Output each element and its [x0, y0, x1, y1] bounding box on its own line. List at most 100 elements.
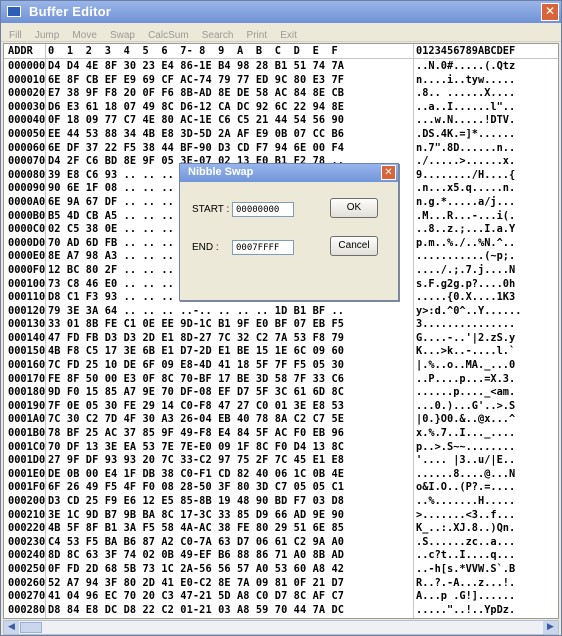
- row-ascii[interactable]: o&I.O..(P?.=....: [416, 481, 515, 493]
- row-ascii[interactable]: |0.}O0.&..@x...^: [416, 413, 515, 425]
- menu-exit[interactable]: Exit: [280, 30, 297, 41]
- row-ascii[interactable]: K_..:.XJ.8..)Qn.: [416, 522, 515, 534]
- row-ascii[interactable]: R..?.-A...z...!.: [416, 577, 515, 589]
- row-ascii[interactable]: 3...............: [416, 318, 515, 330]
- hex-row[interactable]: 000050 EE 44 53 88 34 4B E8 3D-5D 2A AF E…: [4, 128, 558, 142]
- row-hex-bytes[interactable]: D8 84 E8 DC D8 22 C2 01-21 03 A8 59 70 4…: [48, 604, 344, 616]
- row-hex-bytes[interactable]: 8D 8C 63 3F 74 02 0B 49-EF B6 88 86 71 A…: [48, 549, 344, 561]
- hex-row[interactable]: 000200 D3 CD 25 F9 E6 12 E5 85-8B 19 48 9…: [4, 495, 558, 509]
- row-hex-bytes[interactable]: 6E 8F CB EF E9 69 CF AC-74 79 77 ED 9C 8…: [48, 74, 344, 86]
- hex-row[interactable]: 000220 4B 5F 8F B1 3A F5 58 4A-AC 38 FE 8…: [4, 522, 558, 536]
- hex-row[interactable]: 000190 7F 0E 05 30 FE 29 14 C0-F8 47 27 C…: [4, 400, 558, 414]
- row-hex-bytes[interactable]: C4 53 F5 BA B6 87 A2 C0-7A 63 D7 06 61 C…: [48, 536, 344, 548]
- row-ascii[interactable]: n.g.*.....a/j...: [416, 196, 515, 208]
- row-hex-bytes[interactable]: 7C 30 C2 7D 4F 30 A3 26-04 EB 40 78 8A C…: [48, 413, 344, 425]
- row-ascii[interactable]: .n...x5.q.....n.: [416, 182, 515, 194]
- row-ascii[interactable]: ..-h[s.*VVW.S`.B: [416, 563, 515, 575]
- hex-view[interactable]: ADDR 0 1 2 3 4 5 6 7- 8 9 A B C D E F 01…: [3, 43, 559, 619]
- row-hex-bytes[interactable]: EE 44 53 88 34 4B E8 3D-5D 2A AF E9 0B 0…: [48, 128, 344, 140]
- row-hex-bytes[interactable]: D3 CD 25 F9 E6 12 E5 85-8B 19 48 90 BD F…: [48, 495, 344, 507]
- hex-row[interactable]: 000060 6E DF 37 22 F5 38 44 BF-90 D3 CD F…: [4, 142, 558, 156]
- row-ascii[interactable]: K...>k..-....l.`: [416, 345, 515, 357]
- hex-row[interactable]: 000270 41 04 96 EC 70 20 C3 47-21 5D A8 C…: [4, 590, 558, 604]
- row-ascii[interactable]: x.%.7..I..._....: [416, 427, 515, 439]
- row-hex-bytes[interactable]: 78 BF 25 AC 37 85 9F 49-F8 E4 84 5F AC F…: [48, 427, 344, 439]
- row-hex-bytes[interactable]: D6 E3 61 18 07 49 8C D6-12 CA DC 92 6C 2…: [48, 101, 344, 113]
- hex-row[interactable]: 0001C0 70 DF 13 3E EA 53 7E 7E-E0 09 1F 8…: [4, 441, 558, 455]
- hex-row[interactable]: 0001B0 78 BF 25 AC 37 85 9F 49-F8 E4 84 5…: [4, 427, 558, 441]
- row-ascii[interactable]: .8.. ......X....: [416, 87, 515, 99]
- row-ascii[interactable]: n....i..tyw.....: [416, 74, 515, 86]
- hex-row[interactable]: 000280 D8 84 E8 DC D8 22 C2 01-21 03 A8 5…: [4, 604, 558, 618]
- row-ascii[interactable]: s.F.g2g.p?....0h: [416, 278, 515, 290]
- row-hex-bytes[interactable]: 47 FD FB D3 D3 2D E1 8D-27 7C 32 C2 7A 5…: [48, 332, 344, 344]
- row-ascii[interactable]: |.%..o..MA._...0: [416, 359, 515, 371]
- row-hex-bytes[interactable]: 70 DF 13 3E EA 53 7E 7E-E0 09 1F 8C F0 D…: [48, 441, 344, 453]
- row-hex-bytes[interactable]: DE 0B 00 E4 1F DB 38 C0-F1 CD 82 40 06 1…: [48, 468, 344, 480]
- row-ascii[interactable]: ...w.N.....!DTV.: [416, 114, 515, 126]
- row-hex-bytes[interactable]: 0F FD 2D 68 5B 73 1C 2A-56 56 57 A0 53 6…: [48, 563, 344, 575]
- close-button[interactable]: ✕: [541, 3, 559, 21]
- hex-row[interactable]: 000020 E7 38 9F F8 20 0F F6 8B-AD 8E DE 5…: [4, 87, 558, 101]
- row-hex-bytes[interactable]: 4B 5F 8F B1 3A F5 58 4A-AC 38 FE 80 29 5…: [48, 522, 344, 534]
- row-ascii[interactable]: ......8....@...N: [416, 468, 515, 480]
- menu-print[interactable]: Print: [247, 30, 268, 41]
- hex-row[interactable]: 000120 79 3E 3A 64 .. .. .. ..-.. .. .. .…: [4, 305, 558, 319]
- row-hex-bytes[interactable]: 41 04 96 EC 70 20 C3 47-21 5D A8 C0 D7 8…: [48, 590, 344, 602]
- hex-row[interactable]: 000230 C4 53 F5 BA B6 87 A2 C0-7A 63 D7 0…: [4, 536, 558, 550]
- row-hex-bytes[interactable]: 79 3E 3A 64 .. .. .. ..-.. .. .. .. 1D B…: [48, 305, 344, 317]
- scroll-thumb[interactable]: [20, 622, 42, 633]
- hex-row[interactable]: 000240 8D 8C 63 3F 74 02 0B 49-EF B6 88 8…: [4, 549, 558, 563]
- hex-row[interactable]: 000040 0F 18 09 77 C7 4E 80 AC-1E C6 C5 2…: [4, 114, 558, 128]
- row-ascii[interactable]: .M...R...-...i(.: [416, 210, 515, 222]
- hex-row[interactable]: 000130 33 01 8B FE C1 0E EE 9D-1C B1 9F E…: [4, 318, 558, 332]
- hex-row[interactable]: 000160 7C FD 25 10 DE 6F 09 E8-4D 41 18 5…: [4, 359, 558, 373]
- row-ascii[interactable]: ..N.0#.....(.Qtz: [416, 60, 515, 72]
- row-hex-bytes[interactable]: FE 8F 50 00 E3 0F 8C 70-BF 17 BE 3D 58 7…: [48, 373, 344, 385]
- dialog-close-button[interactable]: ✕: [381, 165, 396, 180]
- menu-jump[interactable]: Jump: [35, 30, 59, 41]
- row-ascii[interactable]: p.m..%./..%N.^..: [416, 237, 515, 249]
- scroll-left-button[interactable]: ◀: [4, 621, 19, 634]
- hex-row[interactable]: 000030 D6 E3 61 18 07 49 8C D6-12 CA DC 9…: [4, 101, 558, 115]
- row-ascii[interactable]: ..P....p...=X.3.: [416, 373, 515, 385]
- row-hex-bytes[interactable]: 9D F0 15 85 A7 9E 70 DF-08 EF D7 5F 3C 6…: [48, 386, 344, 398]
- row-ascii[interactable]: y>:d.^0^..Y......: [416, 305, 521, 317]
- row-hex-bytes[interactable]: 6F 26 49 F5 4F F0 08 28-50 3F 80 3D C7 0…: [48, 481, 344, 493]
- row-ascii[interactable]: n.7".8D......n..: [416, 142, 515, 154]
- hex-row[interactable]: 0001A0 7C 30 C2 7D 4F 30 A3 26-04 EB 40 7…: [4, 413, 558, 427]
- hex-row[interactable]: 000150 4B F8 C5 17 3E 6B E1 D7-2D E1 BE 1…: [4, 345, 558, 359]
- cancel-button[interactable]: Cancel: [330, 236, 378, 256]
- row-ascii[interactable]: ./.....>......x.: [416, 155, 515, 167]
- row-hex-bytes[interactable]: 7F 0E 05 30 FE 29 14 C0-F8 47 27 C0 01 3…: [48, 400, 344, 412]
- hex-row[interactable]: 0001D0 27 9F DF 93 93 20 7C 33-C2 97 75 2…: [4, 454, 558, 468]
- row-hex-bytes[interactable]: 7C FD 25 10 DE 6F 09 E8-4D 41 18 5F 7F F…: [48, 359, 344, 371]
- menu-move[interactable]: Move: [72, 30, 96, 41]
- row-ascii[interactable]: .DS.4K.=]*......: [416, 128, 515, 140]
- menu-fill[interactable]: Fill: [9, 30, 22, 41]
- row-ascii[interactable]: ...0.)...G'..>.S: [416, 400, 515, 412]
- hex-row[interactable]: 0001E0 DE 0B 00 E4 1F DB 38 C0-F1 CD 82 4…: [4, 468, 558, 482]
- menu-swap[interactable]: Swap: [110, 30, 135, 41]
- row-ascii[interactable]: ..c?t..I....q...: [416, 549, 515, 561]
- row-ascii[interactable]: ......p...._<am.: [416, 386, 515, 398]
- row-ascii[interactable]: G....-..'|2.zS.y: [416, 332, 515, 344]
- row-ascii[interactable]: ..8..z.;...I.a.Y: [416, 223, 515, 235]
- row-ascii[interactable]: ..%.......H.....: [416, 495, 515, 507]
- row-ascii[interactable]: >.......<3..f...: [416, 509, 515, 521]
- hex-row[interactable]: 000250 0F FD 2D 68 5B 73 1C 2A-56 56 57 A…: [4, 563, 558, 577]
- hex-row[interactable]: 000140 47 FD FB D3 D3 2D E1 8D-27 7C 32 C…: [4, 332, 558, 346]
- hex-row[interactable]: 000260 52 A7 94 3F 80 2D 41 E0-C2 8E 7A 0…: [4, 577, 558, 591]
- horizontal-scrollbar[interactable]: ◀ ▶: [3, 620, 559, 635]
- row-ascii[interactable]: .S......zc..a...: [416, 536, 515, 548]
- row-hex-bytes[interactable]: 4B F8 C5 17 3E 6B E1 D7-2D E1 BE 15 1E 6…: [48, 345, 344, 357]
- row-hex-bytes[interactable]: 52 A7 94 3F 80 2D 41 E0-C2 8E 7A 09 81 0…: [48, 577, 344, 589]
- row-ascii[interactable]: ..a..I......l"..: [416, 101, 515, 113]
- row-hex-bytes[interactable]: 33 01 8B FE C1 0E EE 9D-1C B1 9F E0 BF 0…: [48, 318, 344, 330]
- hex-row[interactable]: 000170 FE 8F 50 00 E3 0F 8C 70-BF 17 BE 3…: [4, 373, 558, 387]
- row-hex-bytes[interactable]: 0F 18 09 77 C7 4E 80 AC-1E C6 C5 21 44 5…: [48, 114, 344, 126]
- row-hex-bytes[interactable]: 6E DF 37 22 F5 38 44 BF-90 D3 CD F7 94 6…: [48, 142, 344, 154]
- row-ascii[interactable]: '.... |3..u/|E..: [416, 454, 515, 466]
- end-address-field[interactable]: [232, 240, 294, 255]
- ok-button[interactable]: OK: [330, 198, 378, 218]
